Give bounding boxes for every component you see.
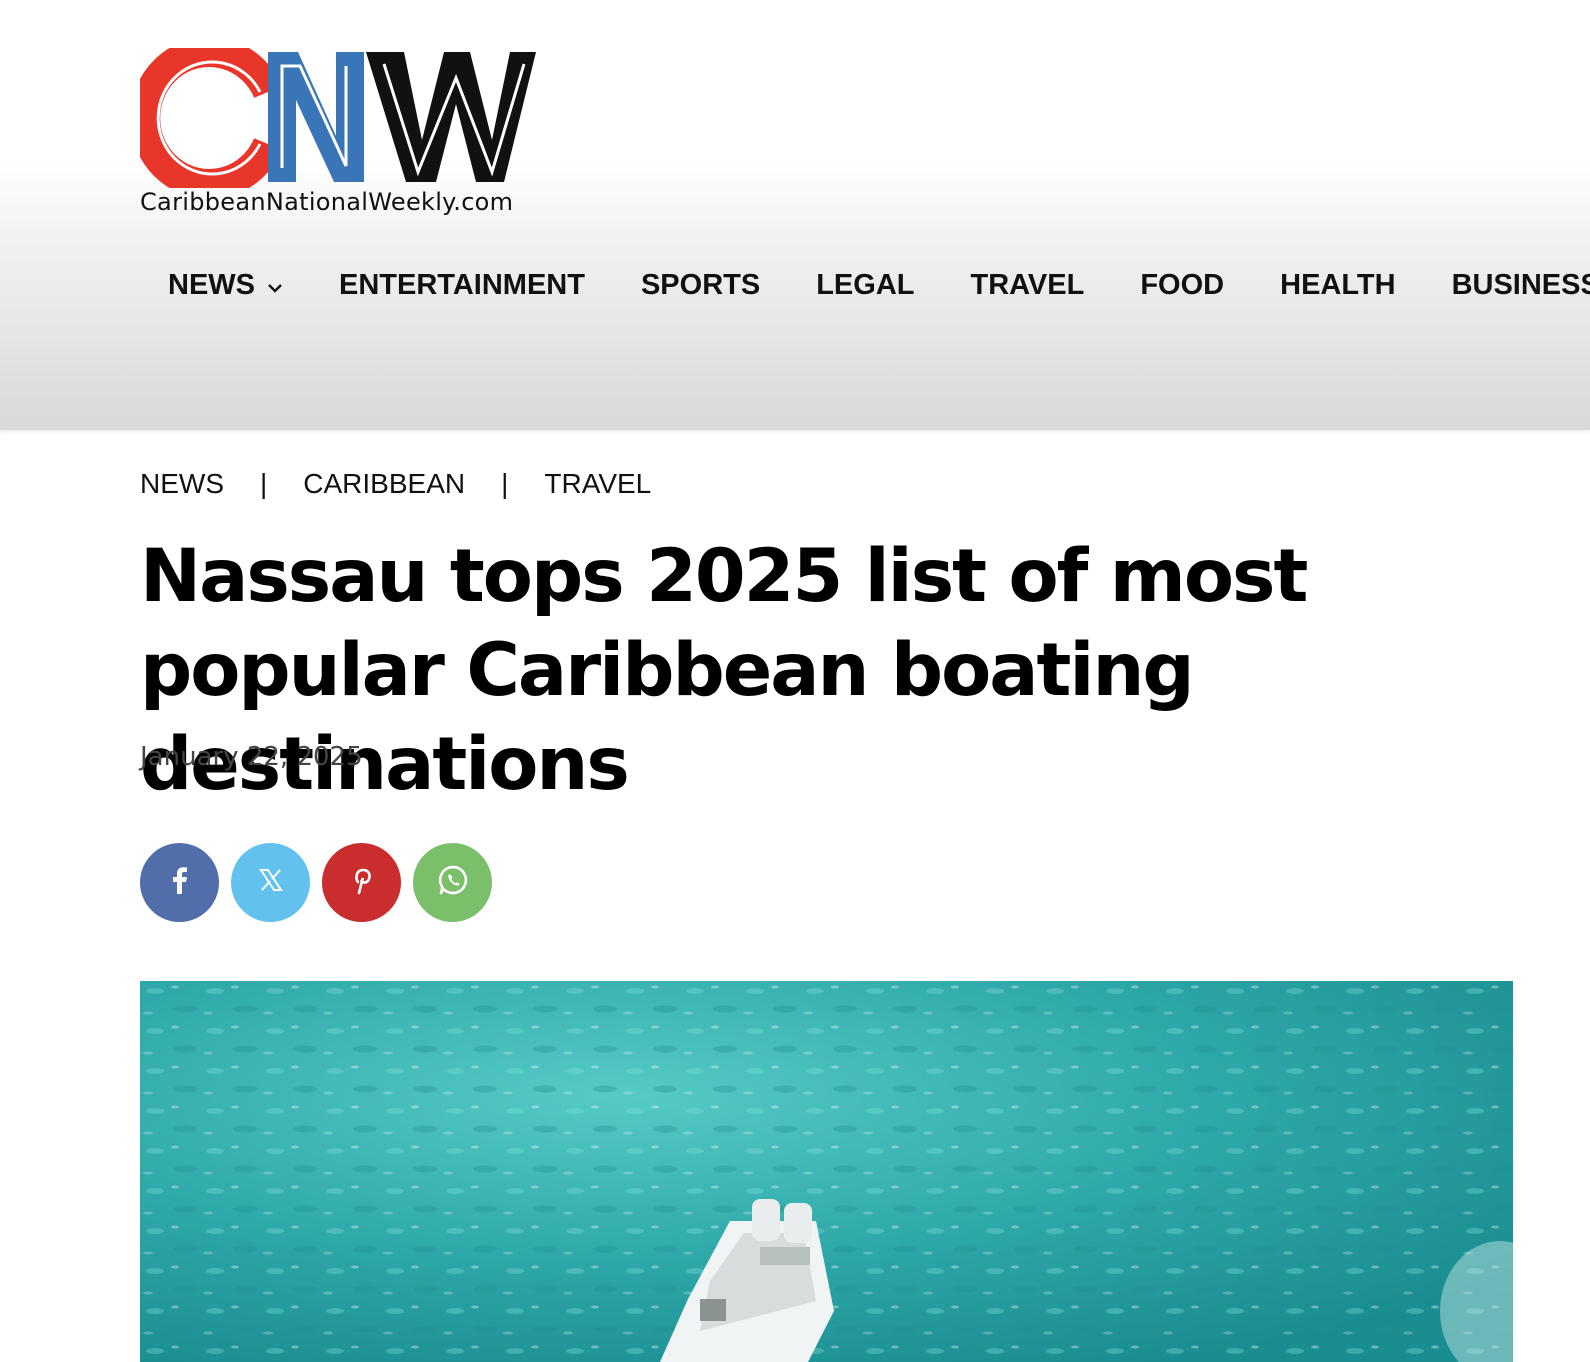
x-icon: [258, 867, 284, 898]
logo-tagline: CaribbeanNationalWeekly.com: [140, 188, 514, 216]
boat-aerial-image: [140, 981, 1513, 1362]
facebook-icon: [167, 865, 193, 900]
logo-letter-w: [366, 52, 536, 182]
nav-item-business[interactable]: BUSINESS: [1452, 269, 1590, 302]
nav-item-legal[interactable]: LEGAL: [816, 269, 914, 302]
breadcrumb-news[interactable]: NEWS: [140, 468, 224, 500]
main-nav: NEWS ENTERTAINMENT SPORTS LEGAL TRAVEL F…: [140, 262, 1590, 308]
site-header: CaribbeanNationalWeekly.com NEWS ENTERTA…: [0, 0, 1590, 430]
nav-item-news[interactable]: NEWS: [168, 269, 283, 302]
nav-item-label: NEWS: [168, 268, 255, 301]
cnw-logo-mark: [140, 48, 536, 188]
chevron-down-icon: [267, 269, 283, 302]
share-buttons: [140, 843, 492, 922]
breadcrumb-separator: |: [260, 468, 268, 499]
pinterest-icon: [350, 865, 374, 900]
share-whatsapp-button[interactable]: [413, 843, 492, 922]
logo-letter-n: [268, 52, 364, 182]
logo-letter-c: [140, 48, 282, 188]
whatsapp-icon: [436, 863, 470, 902]
breadcrumb-caribbean[interactable]: CARIBBEAN: [303, 468, 465, 500]
featured-image: [140, 981, 1513, 1362]
nav-item-sports[interactable]: SPORTS: [641, 269, 760, 302]
site-logo[interactable]: CaribbeanNationalWeekly.com: [140, 48, 540, 220]
nav-item-health[interactable]: HEALTH: [1280, 269, 1395, 302]
nav-item-entertainment[interactable]: ENTERTAINMENT: [339, 269, 585, 302]
share-facebook-button[interactable]: [140, 843, 219, 922]
breadcrumb-travel[interactable]: TRAVEL: [544, 468, 651, 500]
article-date: January 22, 2025: [140, 742, 363, 772]
nav-item-travel[interactable]: TRAVEL: [970, 269, 1084, 302]
breadcrumb: NEWS | CARIBBEAN | TRAVEL: [140, 466, 651, 502]
share-x-button[interactable]: [231, 843, 310, 922]
nav-item-food[interactable]: FOOD: [1140, 269, 1224, 302]
breadcrumb-separator: |: [501, 468, 509, 499]
share-pinterest-button[interactable]: [322, 843, 401, 922]
